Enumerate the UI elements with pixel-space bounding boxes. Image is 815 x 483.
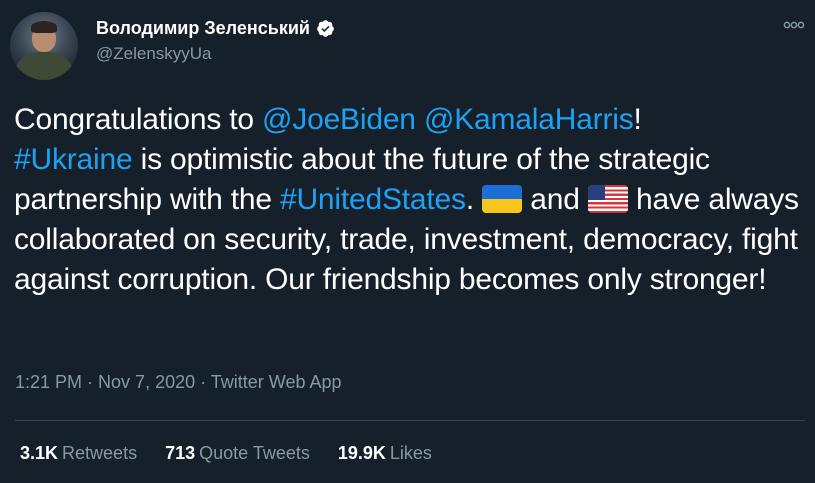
- mention-link-joebiden[interactable]: @JoeBiden: [262, 103, 416, 136]
- tweet-card: Володимир Зеленський @ZelenskyyUa Congra…: [0, 0, 815, 483]
- tweet-source[interactable]: Twitter Web App: [211, 372, 342, 392]
- avatar-hair: [31, 21, 57, 33]
- tweet-stats: 3.1K Retweets 713 Quote Tweets 19.9K Likes: [20, 443, 460, 464]
- quote-tweets-count: 713: [165, 443, 196, 463]
- retweets-stat[interactable]: 3.1K Retweets: [20, 443, 137, 464]
- tweet-text-segment: and: [522, 183, 588, 216]
- author-info: Володимир Зеленський @ZelenskyyUa: [96, 16, 335, 64]
- quote-tweets-stat[interactable]: 713 Quote Tweets: [165, 443, 310, 464]
- tweet-date[interactable]: Nov 7, 2020: [98, 372, 195, 392]
- avatar-body: [16, 52, 72, 80]
- divider: [15, 420, 805, 421]
- meta-separator: ·: [82, 372, 99, 392]
- display-name[interactable]: Володимир Зеленський: [96, 18, 310, 39]
- tweet-text-segment: Congratulations to: [14, 103, 263, 136]
- meta-separator: ·: [195, 372, 211, 392]
- hashtag-link-ukraine[interactable]: #Ukraine: [14, 143, 133, 176]
- retweets-count: 3.1K: [20, 443, 59, 463]
- likes-count: 19.9K: [337, 443, 386, 463]
- likes-label: Likes: [389, 443, 432, 463]
- quote-tweets-label: Quote Tweets: [199, 443, 310, 463]
- tweet-header: Володимир Зеленський @ZelenskyyUa: [10, 12, 335, 80]
- tweet-text-segment: !: [633, 103, 642, 136]
- tweet-text-segment: [416, 103, 424, 136]
- flag-ukraine-icon: [482, 185, 523, 213]
- mention-link-kamalaharris[interactable]: @KamalaHarris: [424, 103, 634, 136]
- tweet-text: Congratulations to @JoeBiden @KamalaHarr…: [14, 100, 804, 300]
- avatar[interactable]: [10, 12, 78, 80]
- verified-badge-icon: [317, 19, 334, 37]
- tweet-metadata: 1:21 PM · Nov 7, 2020 · Twitter Web App: [15, 372, 342, 393]
- more-options-icon[interactable]: [783, 18, 805, 32]
- display-name-row: Володимир Зеленський: [96, 16, 335, 40]
- likes-stat[interactable]: 19.9K Likes: [338, 443, 432, 464]
- hashtag-link-unitedstates[interactable]: #UnitedStates: [280, 183, 466, 216]
- tweet-time[interactable]: 1:21 PM: [15, 372, 82, 392]
- flag-united-states-icon: [587, 185, 628, 213]
- tweet-text-segment: .: [465, 183, 483, 216]
- retweets-label: Retweets: [62, 443, 138, 463]
- user-handle[interactable]: @ZelenskyyUa: [96, 44, 335, 64]
